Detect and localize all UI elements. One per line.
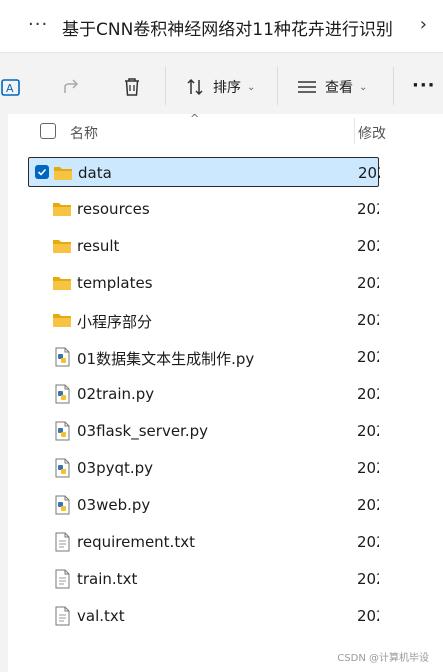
column-header: ^ 名称 修改 bbox=[8, 112, 443, 148]
sort-button[interactable]: 排序 ⌄ bbox=[185, 77, 255, 97]
checkmark-icon bbox=[37, 168, 47, 176]
svg-text:A: A bbox=[6, 82, 14, 95]
file-name: result bbox=[77, 237, 120, 255]
file-date: 202 bbox=[358, 164, 380, 182]
view-button[interactable]: 查看 ⌄ bbox=[297, 77, 367, 97]
folder-icon bbox=[53, 163, 73, 183]
file-date: 202 bbox=[357, 607, 379, 625]
file-name: resources bbox=[77, 200, 150, 218]
text-file-icon bbox=[52, 569, 72, 589]
file-date: 202 bbox=[357, 570, 379, 588]
file-name: train.txt bbox=[77, 570, 138, 588]
toolbar-divider bbox=[393, 67, 394, 105]
file-row[interactable]: 小程序部分 202 bbox=[28, 305, 379, 335]
more-button[interactable]: ··· bbox=[412, 75, 436, 96]
file-name: 02train.py bbox=[77, 385, 155, 403]
file-name: 小程序部分 bbox=[77, 313, 153, 331]
rename-button[interactable]: A bbox=[0, 77, 22, 99]
file-row[interactable]: requirement.txt 202 bbox=[28, 527, 379, 557]
file-date: 202 bbox=[357, 459, 379, 477]
file-date: 202 bbox=[357, 348, 379, 366]
file-row[interactable]: result 202 bbox=[28, 231, 379, 261]
trash-icon bbox=[125, 78, 139, 96]
python-file-icon bbox=[52, 347, 72, 367]
column-divider[interactable] bbox=[354, 118, 355, 144]
python-file-icon bbox=[52, 421, 72, 441]
sort-indicator-icon: ^ bbox=[190, 112, 200, 125]
sort-label: 排序 bbox=[213, 80, 241, 96]
file-row[interactable]: 03web.py 202 bbox=[28, 490, 379, 520]
chevron-right-icon[interactable]: › bbox=[420, 14, 427, 35]
text-file-icon bbox=[52, 532, 72, 552]
file-row[interactable]: train.txt 202 bbox=[28, 564, 379, 594]
toolbar-divider bbox=[165, 67, 166, 105]
row-checkbox[interactable] bbox=[35, 165, 49, 179]
python-file-icon bbox=[52, 495, 72, 515]
file-list: ^ 名称 修改 data202resources202result202temp… bbox=[8, 112, 443, 672]
folder-icon bbox=[52, 236, 72, 256]
more-options-icon[interactable]: ··· bbox=[28, 14, 48, 35]
text-file-icon bbox=[52, 606, 72, 626]
file-name: 03flask_server.py bbox=[77, 422, 209, 440]
sort-icon bbox=[187, 78, 203, 96]
view-label: 查看 bbox=[325, 80, 353, 96]
file-name: templates bbox=[77, 274, 153, 292]
share-button[interactable] bbox=[62, 77, 82, 97]
file-row[interactable]: val.txt 202 bbox=[28, 601, 379, 631]
file-name: 03web.py bbox=[77, 496, 151, 514]
file-date: 202 bbox=[357, 385, 379, 403]
chevron-down-icon: ⌄ bbox=[359, 81, 368, 93]
folder-icon bbox=[52, 199, 72, 219]
watermark: CSDN @计算机毕设 bbox=[337, 653, 429, 664]
file-row[interactable]: 01数据集文本生成制作.py 202 bbox=[28, 342, 379, 372]
title-bar: ··· 基于CNN卷积神经网络对11种花卉进行识别 › bbox=[0, 0, 443, 53]
toolbar-divider bbox=[277, 67, 278, 105]
select-all-checkbox[interactable] bbox=[40, 123, 56, 139]
delete-button[interactable] bbox=[121, 76, 143, 98]
column-modified[interactable]: 修改 bbox=[358, 123, 388, 143]
file-row[interactable]: templates 202 bbox=[28, 268, 379, 298]
file-name: 03pyqt.py bbox=[77, 459, 154, 477]
folder-icon bbox=[52, 310, 72, 330]
file-date: 202 bbox=[357, 237, 379, 255]
command-bar: A 排序 ⌄ 查看 ⌄ ··· bbox=[0, 53, 443, 121]
file-row[interactable]: 02train.py 202 bbox=[28, 379, 379, 409]
file-name: data bbox=[78, 164, 112, 182]
file-row[interactable]: 03flask_server.py 202 bbox=[28, 416, 379, 446]
file-name: 01数据集文本生成制作.py bbox=[77, 350, 255, 368]
chevron-down-icon: ⌄ bbox=[247, 81, 256, 93]
column-name[interactable]: 名称 bbox=[70, 123, 98, 143]
list-view-icon bbox=[298, 81, 316, 93]
file-row[interactable]: data 202 bbox=[28, 157, 380, 187]
file-name: val.txt bbox=[77, 607, 125, 625]
navigation-pane-edge bbox=[0, 114, 8, 672]
rename-icon: A bbox=[1, 79, 20, 96]
file-date: 202 bbox=[357, 200, 379, 218]
window-title: 基于CNN卷积神经网络对11种花卉进行识别 bbox=[62, 20, 393, 40]
python-file-icon bbox=[52, 458, 72, 478]
file-date: 202 bbox=[357, 422, 379, 440]
file-date: 202 bbox=[357, 274, 379, 292]
file-name: requirement.txt bbox=[77, 533, 195, 551]
python-file-icon bbox=[52, 384, 72, 404]
file-date: 202 bbox=[357, 311, 379, 329]
folder-icon bbox=[52, 273, 72, 293]
more-icon: ··· bbox=[412, 75, 436, 96]
share-icon bbox=[64, 79, 79, 93]
file-row[interactable]: 03pyqt.py 202 bbox=[28, 453, 379, 483]
file-row[interactable]: resources 202 bbox=[28, 194, 379, 224]
file-date: 202 bbox=[357, 533, 379, 551]
file-date: 202 bbox=[357, 496, 379, 514]
